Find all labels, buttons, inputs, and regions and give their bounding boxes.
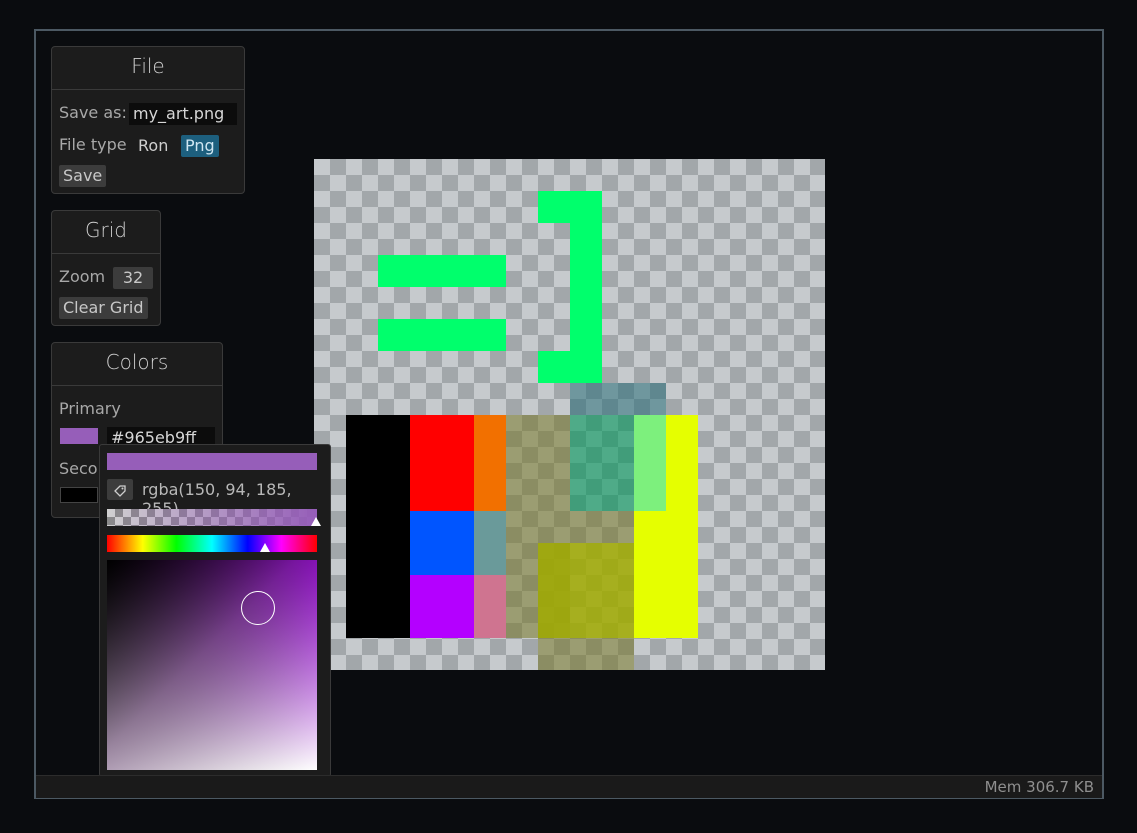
colors-panel-title: Colors xyxy=(52,343,222,386)
pixel-block xyxy=(410,575,474,638)
pixel-block xyxy=(570,511,634,543)
pixel-block xyxy=(474,415,506,511)
hue-slider-handle[interactable] xyxy=(260,543,270,552)
save-as-label: Save as: xyxy=(59,103,127,122)
save-button[interactable]: Save xyxy=(59,165,107,187)
pixel-block xyxy=(634,511,666,638)
status-bar: Mem 306.7 KB xyxy=(36,775,1102,798)
color-picker-popup: rgba(150, 94, 185, 255) xyxy=(99,444,331,777)
zoom-input[interactable]: 32 xyxy=(113,267,153,289)
pixel-block xyxy=(570,415,634,511)
save-as-input[interactable]: my_art.png xyxy=(129,103,237,125)
alpha-slider[interactable] xyxy=(107,509,321,526)
primary-swatch[interactable] xyxy=(60,428,98,444)
grid-panel-title: Grid xyxy=(52,211,160,254)
zoom-label: Zoom xyxy=(59,267,106,286)
alpha-gradient xyxy=(107,509,317,526)
file-panel-title: File xyxy=(52,47,244,90)
pixel-block xyxy=(346,415,410,638)
pixel-canvas[interactable] xyxy=(314,159,825,670)
sv-overlay xyxy=(107,560,317,770)
pixel-block xyxy=(474,575,506,638)
pixel-block xyxy=(538,351,602,383)
clear-grid-button[interactable]: Clear Grid xyxy=(59,297,148,319)
pixel-block xyxy=(378,319,506,351)
pixel-block xyxy=(538,543,634,638)
hue-slider[interactable] xyxy=(107,535,317,552)
file-type-label: File type xyxy=(59,135,127,154)
pixel-block xyxy=(410,511,474,575)
copy-color-button[interactable] xyxy=(107,479,133,500)
color-preview xyxy=(107,453,317,470)
pixel-block xyxy=(474,511,506,575)
pixel-block xyxy=(538,638,634,670)
alpha-slider-handle[interactable] xyxy=(311,517,321,526)
sv-picker-handle[interactable] xyxy=(241,591,275,625)
pixel-block xyxy=(666,415,698,638)
file-type-png[interactable]: Png xyxy=(181,135,219,157)
tag-icon xyxy=(113,483,127,502)
primary-label: Primary xyxy=(59,399,121,418)
file-type-ron[interactable]: Ron xyxy=(134,135,172,157)
secondary-swatch[interactable] xyxy=(60,487,98,503)
grid-panel: Grid Zoom 32 Clear Grid xyxy=(51,210,161,326)
pixel-block xyxy=(410,415,474,511)
pixel-block xyxy=(570,383,666,415)
file-panel: File Save as: my_art.png File type Ron P… xyxy=(51,46,245,194)
pixel-block xyxy=(378,255,506,287)
pixel-block xyxy=(634,415,666,511)
memory-usage: Mem 306.7 KB xyxy=(984,778,1094,796)
